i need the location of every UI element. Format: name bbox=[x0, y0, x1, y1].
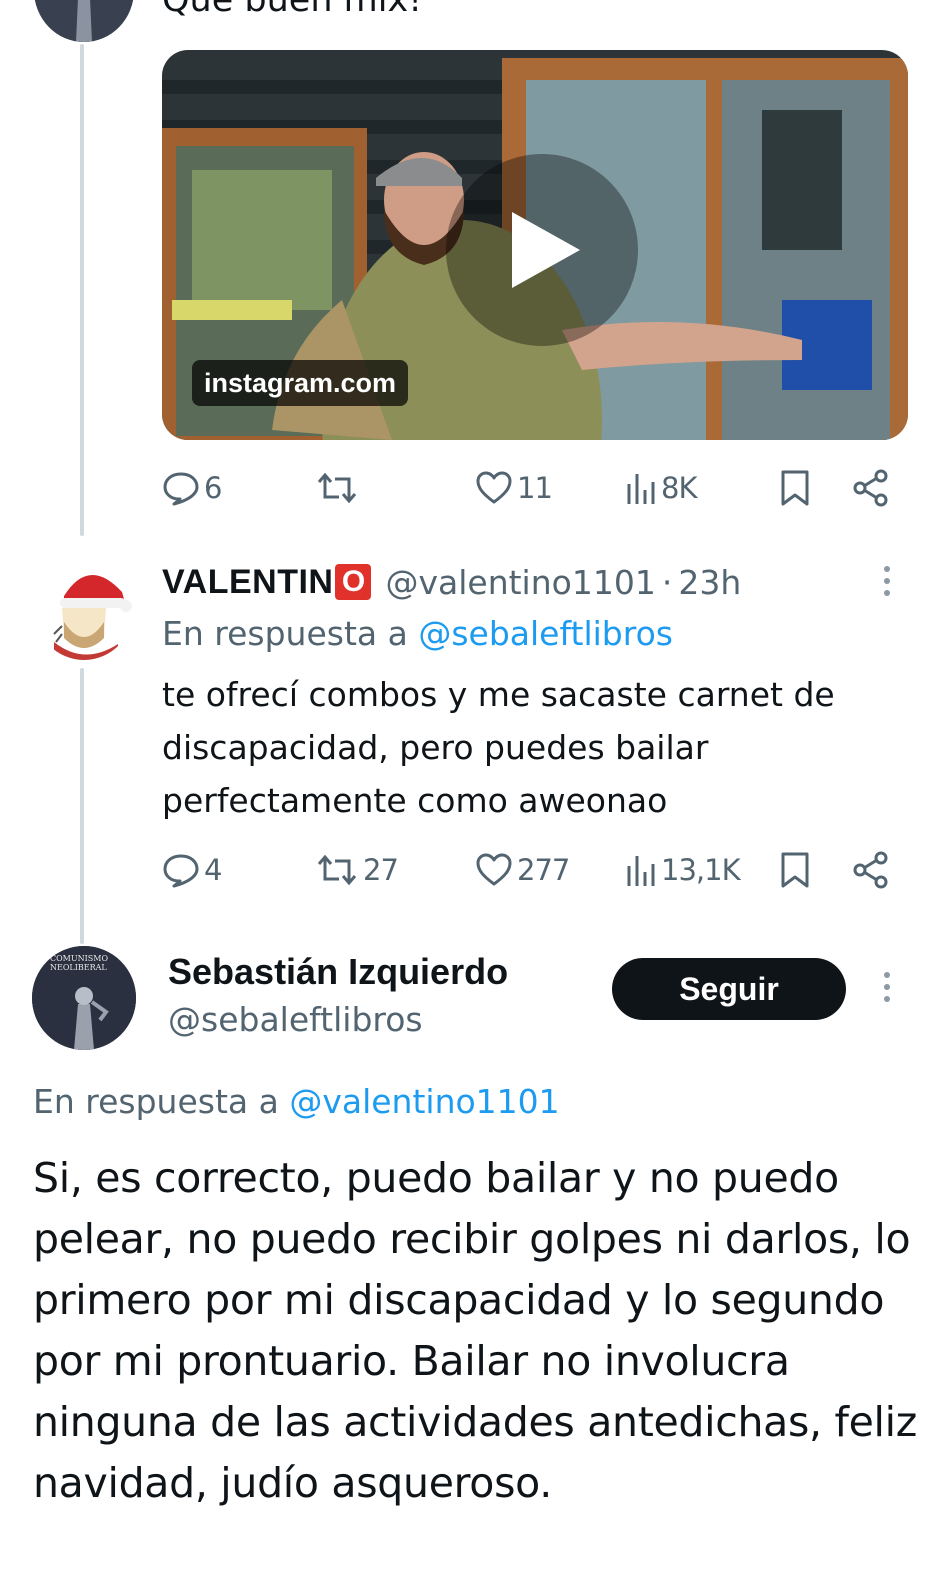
reply-icon bbox=[163, 472, 199, 506]
bookmark-button[interactable] bbox=[780, 466, 810, 510]
author-handle[interactable]: @valentino1101 bbox=[385, 563, 655, 602]
thread-line-1 bbox=[80, 44, 84, 536]
avatar-tweet1[interactable] bbox=[34, 0, 134, 42]
reply-prefix: En respuesta a bbox=[162, 614, 408, 653]
views-button[interactable]: 8K bbox=[625, 466, 697, 510]
reply-count: 6 bbox=[204, 471, 222, 505]
share-button[interactable] bbox=[852, 848, 890, 892]
reply-handle-link[interactable]: @valentino1101 bbox=[289, 1082, 559, 1121]
like-button[interactable]: 277 bbox=[475, 848, 570, 892]
author-name[interactable]: VALENTIN bbox=[162, 563, 333, 602]
more-icon bbox=[884, 972, 890, 978]
reply-prefix: En respuesta a bbox=[33, 1082, 279, 1121]
reply-count: 4 bbox=[204, 853, 222, 887]
author-handle[interactable]: @sebaleftlibros bbox=[168, 998, 423, 1042]
thread-line-2 bbox=[80, 668, 84, 944]
retweet-count: 27 bbox=[363, 853, 399, 887]
views-icon bbox=[627, 474, 655, 504]
card-domain-label: instagram.com bbox=[192, 360, 409, 406]
tweet1-text: Qué buen mix! bbox=[162, 0, 423, 20]
retweet-button[interactable]: 27 bbox=[315, 848, 399, 892]
views-count: 8K bbox=[661, 471, 697, 505]
more-options-tweet3[interactable] bbox=[882, 972, 892, 1008]
like-button[interactable]: 11 bbox=[475, 466, 553, 510]
avatar-sebastian[interactable]: COMUNISMO NEOLIBERAL bbox=[32, 946, 136, 1050]
retweet-icon bbox=[317, 472, 357, 504]
more-icon bbox=[884, 566, 890, 572]
avatar-text: COMUNISMO NEOLIBERAL bbox=[50, 954, 109, 972]
like-count: 277 bbox=[517, 853, 570, 887]
reply-button[interactable]: 6 bbox=[162, 466, 222, 510]
bookmark-button[interactable] bbox=[780, 848, 810, 892]
share-button[interactable] bbox=[852, 466, 890, 510]
reply-handle-link[interactable]: @sebaleftlibros bbox=[418, 614, 673, 653]
tweet-time[interactable]: 23h bbox=[678, 563, 741, 602]
share-icon bbox=[853, 851, 888, 889]
like-count: 11 bbox=[517, 471, 553, 505]
separator-dot: · bbox=[661, 562, 673, 602]
share-icon bbox=[853, 469, 888, 507]
tweet2-actions: 4 27 277 13,1K bbox=[162, 848, 892, 892]
views-button[interactable]: 13,1K bbox=[625, 848, 741, 892]
like-icon bbox=[476, 471, 512, 504]
follow-button[interactable]: Seguir bbox=[612, 958, 846, 1020]
reply-icon bbox=[163, 854, 199, 888]
retweet-button[interactable] bbox=[315, 466, 363, 510]
bookmark-icon bbox=[781, 852, 809, 888]
bookmark-icon bbox=[781, 470, 809, 506]
views-icon bbox=[627, 856, 655, 886]
reply-button[interactable]: 4 bbox=[162, 848, 222, 892]
retweet-icon bbox=[317, 854, 357, 886]
media-card[interactable]: instagram.com bbox=[162, 50, 908, 440]
tweet2-text: te ofrecí combos y me sacaste carnet de … bbox=[162, 675, 835, 820]
tweet2-header: VALENTIN O @valentino1101 · 23h bbox=[162, 560, 741, 604]
author-name[interactable]: Sebastián Izquierdo bbox=[168, 950, 508, 994]
name-badge: O bbox=[335, 564, 372, 600]
views-count: 13,1K bbox=[661, 853, 741, 887]
reply-context: En respuesta a @sebaleftlibros bbox=[162, 612, 673, 656]
tweet3-text: Si, es correcto, puedo bailar y no puedo… bbox=[33, 1154, 917, 1507]
tweet1-actions: 6 11 8K bbox=[162, 466, 892, 510]
avatar-valentino[interactable] bbox=[34, 556, 134, 660]
like-icon bbox=[476, 853, 512, 886]
more-options-tweet2[interactable] bbox=[882, 566, 892, 602]
reply-context: En respuesta a @valentino1101 bbox=[33, 1080, 560, 1124]
